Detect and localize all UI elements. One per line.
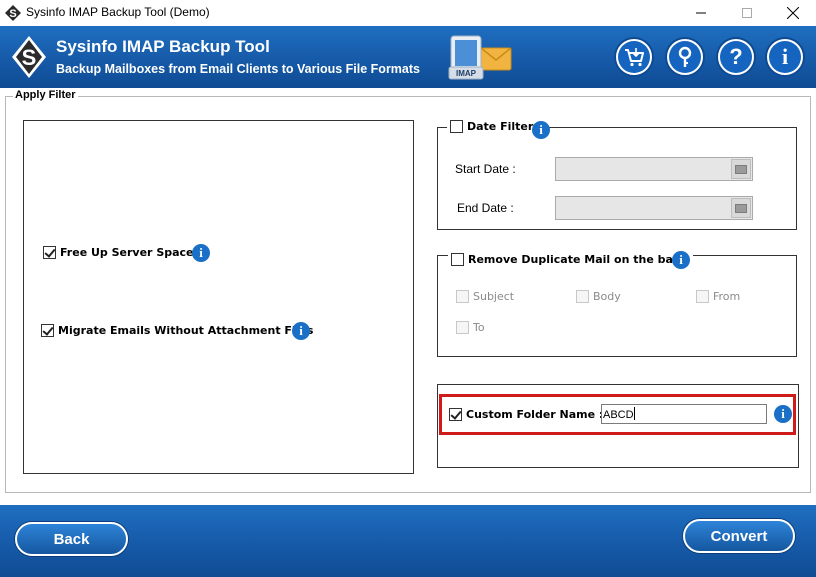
app-title: Sysinfo IMAP Backup Tool bbox=[56, 37, 270, 56]
free-up-server-space-option[interactable]: Free Up Server Space bbox=[43, 246, 194, 259]
date-filter-legend: Date Filter bbox=[447, 120, 537, 133]
free-up-server-space-checkbox[interactable] bbox=[43, 246, 56, 259]
end-date-picker[interactable] bbox=[555, 196, 753, 220]
date-filter-checkbox[interactable] bbox=[450, 120, 463, 133]
maximize-button[interactable] bbox=[724, 0, 770, 26]
start-date-calendar-icon[interactable] bbox=[731, 159, 751, 179]
duplicate-to-label: To bbox=[473, 321, 485, 334]
start-date-label: Start Date : bbox=[455, 162, 516, 176]
maximize-icon bbox=[742, 8, 752, 18]
remove-duplicates-option[interactable]: Remove Duplicate Mail on the basis bbox=[451, 253, 690, 266]
custom-folder-name-value: ABCD bbox=[603, 409, 634, 421]
header-banner: S Sysinfo IMAP Backup Tool Backup Mailbo… bbox=[0, 26, 816, 88]
date-filter-info-icon[interactable]: i bbox=[532, 121, 550, 139]
back-button[interactable]: Back bbox=[15, 522, 128, 556]
app-subtitle: Backup Mailboxes from Email Clients to V… bbox=[56, 62, 420, 76]
free-up-server-space-info-icon[interactable]: i bbox=[192, 244, 210, 262]
duplicate-subject-option[interactable]: Subject bbox=[456, 290, 514, 303]
duplicate-from-checkbox[interactable] bbox=[696, 290, 709, 303]
imap-mail-icon: IMAP bbox=[448, 35, 512, 80]
imap-art-label: IMAP bbox=[456, 69, 477, 78]
key-icon bbox=[678, 46, 692, 67]
duplicate-to-option[interactable]: To bbox=[456, 321, 485, 334]
cart-icon bbox=[625, 48, 644, 67]
title-bar: S Sysinfo IMAP Backup Tool (Demo) bbox=[0, 0, 816, 26]
remove-duplicates-checkbox[interactable] bbox=[451, 253, 464, 266]
sysinfo-logo-icon: S bbox=[12, 36, 46, 78]
remove-duplicates-label: Remove Duplicate Mail on the basis bbox=[468, 253, 690, 266]
window-title: Sysinfo IMAP Backup Tool (Demo) bbox=[26, 5, 210, 19]
close-button[interactable] bbox=[770, 0, 816, 26]
date-filter-label: Date Filter bbox=[467, 120, 534, 133]
close-icon bbox=[787, 7, 799, 19]
duplicate-subject-label: Subject bbox=[473, 290, 515, 303]
help-icon: ? bbox=[729, 44, 743, 69]
migrate-without-attachments-checkbox[interactable] bbox=[41, 324, 54, 337]
end-date-calendar-icon[interactable] bbox=[731, 198, 751, 218]
migrate-without-attachments-info-icon[interactable]: i bbox=[292, 322, 310, 340]
text-caret bbox=[633, 407, 635, 420]
duplicate-body-label: Body bbox=[593, 290, 621, 303]
custom-folder-label: Custom Folder Name : bbox=[466, 408, 604, 421]
free-up-server-space-label: Free Up Server Space bbox=[60, 246, 194, 259]
svg-text:S: S bbox=[9, 8, 16, 20]
footer-bar: Back Convert bbox=[0, 505, 816, 577]
convert-button[interactable]: Convert bbox=[683, 519, 795, 553]
custom-folder-info-icon[interactable]: i bbox=[774, 405, 792, 423]
duplicate-body-checkbox[interactable] bbox=[576, 290, 589, 303]
help-button[interactable]: ? bbox=[716, 37, 756, 77]
server-options-panel bbox=[23, 120, 414, 474]
duplicate-body-option[interactable]: Body bbox=[576, 290, 621, 303]
apply-filter-legend: Apply Filter bbox=[13, 89, 78, 101]
info-icon: i bbox=[781, 44, 789, 69]
end-date-label: End Date : bbox=[457, 201, 514, 215]
app-logo-icon: S bbox=[5, 5, 21, 21]
app-window: S Sysinfo IMAP Backup Tool (Demo) S Sysi… bbox=[0, 0, 816, 577]
buy-button[interactable] bbox=[614, 37, 654, 77]
migrate-without-attachments-option[interactable]: Migrate Emails Without Attachment Files bbox=[41, 324, 313, 337]
svg-text:S: S bbox=[22, 45, 37, 70]
custom-folder-option[interactable]: Custom Folder Name : bbox=[449, 408, 603, 421]
about-button[interactable]: i bbox=[765, 37, 805, 77]
duplicate-to-checkbox[interactable] bbox=[456, 321, 469, 334]
duplicate-from-label: From bbox=[713, 290, 741, 303]
minimize-icon bbox=[696, 12, 706, 14]
start-date-picker[interactable] bbox=[555, 157, 753, 181]
minimize-button[interactable] bbox=[678, 0, 724, 26]
custom-folder-name-input[interactable]: ABCD bbox=[601, 404, 767, 424]
remove-duplicates-frame bbox=[437, 255, 797, 357]
duplicate-subject-checkbox[interactable] bbox=[456, 290, 469, 303]
activate-key-button[interactable] bbox=[665, 37, 705, 77]
remove-duplicates-legend: Remove Duplicate Mail on the basis bbox=[448, 253, 693, 266]
date-filter-option[interactable]: Date Filter bbox=[450, 120, 533, 133]
remove-duplicates-info-icon[interactable]: i bbox=[672, 251, 690, 269]
migrate-without-attachments-label: Migrate Emails Without Attachment Files bbox=[58, 324, 314, 337]
custom-folder-checkbox[interactable] bbox=[449, 408, 462, 421]
duplicate-from-option[interactable]: From bbox=[696, 290, 740, 303]
